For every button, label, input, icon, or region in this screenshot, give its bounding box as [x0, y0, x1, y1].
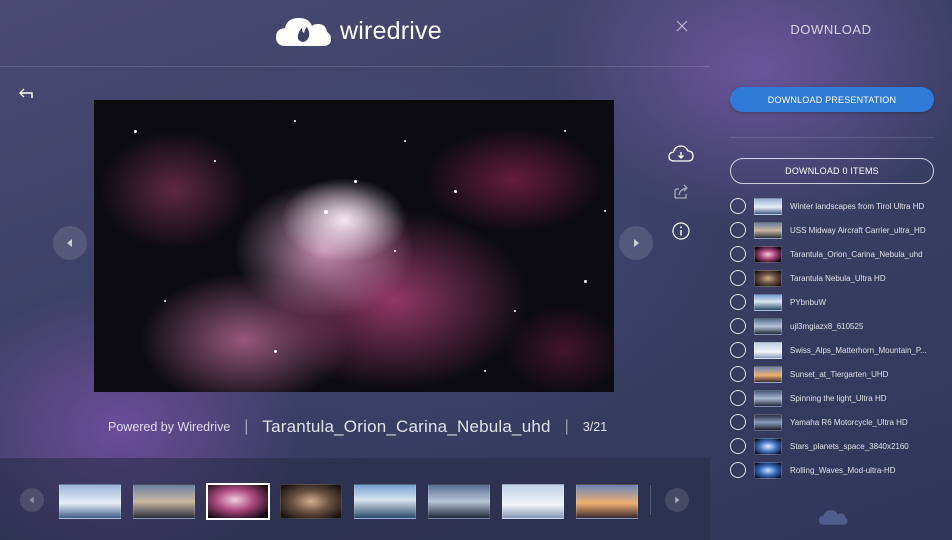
panel-title: DOWNLOAD — [790, 22, 872, 37]
item-thumbnail — [754, 197, 782, 215]
list-item[interactable]: Tarantula Nebula_Ultra HD — [730, 266, 952, 290]
info-icon — [672, 222, 690, 240]
filmstrip-thumb-active[interactable] — [206, 483, 270, 520]
item-thumbnail — [754, 293, 782, 311]
filmstrip-thumb[interactable] — [59, 484, 121, 519]
filmstrip-next-button[interactable] — [665, 488, 689, 512]
cloud-flame-icon — [276, 18, 331, 46]
viewer-area: wiredrive Powered by Wiredrive | Tarantu… — [0, 0, 710, 540]
item-thumbnail — [754, 413, 782, 431]
list-item[interactable]: USS Midway Aircraft Carrier_ultra_HD — [730, 218, 952, 242]
filmstrip-thumb[interactable] — [502, 484, 564, 519]
chevron-left-icon — [67, 239, 72, 247]
item-label: Stars_planets_space_3840x2160 — [790, 441, 909, 451]
brand-name: wiredrive — [340, 16, 442, 45]
top-bar: wiredrive — [0, 0, 710, 67]
item-checkbox[interactable] — [730, 294, 746, 310]
current-filename: Tarantula_Orion_Carina_Nebula_uhd — [262, 417, 551, 436]
chevron-left-icon — [29, 496, 34, 504]
download-presentation-button[interactable]: DOWNLOAD PRESENTATION — [730, 87, 934, 112]
filmstrip-thumb[interactable] — [133, 484, 195, 519]
brand-logo: wiredrive — [274, 14, 442, 48]
caption-bar: Powered by Wiredrive | Tarantula_Orion_C… — [108, 416, 607, 438]
list-item[interactable]: Rolling_Waves_Mod-ultra-HD — [730, 458, 952, 482]
main-image — [94, 100, 614, 392]
caption-separator: | — [244, 418, 249, 435]
item-thumbnail — [754, 317, 782, 335]
item-label: Winter landscapes from Tirol Ultra HD — [790, 201, 925, 211]
item-thumbnail — [754, 269, 782, 287]
powered-by-text: Powered by Wiredrive — [108, 420, 231, 434]
item-label: USS Midway Aircraft Carrier_ultra_HD — [790, 225, 926, 235]
item-checkbox[interactable] — [730, 462, 746, 478]
list-item[interactable]: Yamaha R6 Motorcycle_Ultra HD — [730, 410, 952, 434]
download-item-list: Winter landscapes from Tirol Ultra HD US… — [730, 194, 952, 482]
item-thumbnail — [754, 365, 782, 383]
list-item[interactable]: Sunset_at_Tiergarten_UHD — [730, 362, 952, 386]
list-item[interactable]: Spinning the light_Ultra HD — [730, 386, 952, 410]
filmstrip-prev-button[interactable] — [20, 488, 44, 512]
item-checkbox[interactable] — [730, 414, 746, 430]
download-items-button[interactable]: DOWNLOAD 0 ITEMS — [730, 158, 934, 184]
cloud-flame-icon — [819, 510, 848, 525]
item-label: PYbnbuW — [790, 297, 827, 307]
next-button[interactable] — [619, 226, 653, 260]
chevron-right-icon — [675, 496, 680, 504]
filmstrip-divider — [650, 485, 651, 515]
item-checkbox[interactable] — [730, 390, 746, 406]
list-item[interactable]: Winter landscapes from Tirol Ultra HD — [730, 194, 952, 218]
item-label: Yamaha R6 Motorcycle_Ultra HD — [790, 417, 908, 427]
item-thumbnail — [754, 437, 782, 455]
item-checkbox[interactable] — [730, 222, 746, 238]
item-checkbox[interactable] — [730, 270, 746, 286]
filmstrip-thumb[interactable] — [354, 484, 416, 519]
item-checkbox[interactable] — [730, 342, 746, 358]
item-label: Tarantula_Orion_Carina_Nebula_uhd — [790, 249, 923, 259]
cloud-download-icon — [668, 145, 694, 162]
divider — [730, 137, 934, 138]
item-label: Sunset_at_Tiergarten_UHD — [790, 369, 889, 379]
image-counter: 3/21 — [582, 420, 608, 434]
download-image-button[interactable] — [668, 143, 694, 167]
item-label: ujl3mgiazx8_610525 — [790, 321, 864, 331]
back-arrow-icon — [19, 88, 33, 98]
close-icon — [676, 20, 688, 32]
filmstrip-thumb[interactable] — [280, 484, 342, 519]
item-label: Swiss_Alps_Matterhorn_Mountain_P... — [790, 345, 927, 355]
item-checkbox[interactable] — [730, 246, 746, 262]
chevron-right-icon — [634, 239, 639, 247]
item-checkbox[interactable] — [730, 438, 746, 454]
item-checkbox[interactable] — [730, 318, 746, 334]
item-thumbnail — [754, 221, 782, 239]
info-button[interactable] — [668, 219, 694, 243]
watermark-logo — [818, 508, 848, 531]
item-checkbox[interactable] — [730, 366, 746, 382]
item-thumbnail — [754, 341, 782, 359]
share-icon — [674, 184, 688, 199]
item-label: Spinning the light_Ultra HD — [790, 393, 887, 403]
list-item[interactable]: ujl3mgiazx8_610525 — [730, 314, 952, 338]
list-item[interactable]: PYbnbuW — [730, 290, 952, 314]
list-item[interactable]: Stars_planets_space_3840x2160 — [730, 434, 952, 458]
item-thumbnail — [754, 389, 782, 407]
close-button[interactable] — [674, 20, 690, 36]
item-checkbox[interactable] — [730, 198, 746, 214]
item-thumbnail — [754, 245, 782, 263]
prev-button[interactable] — [53, 226, 87, 260]
back-button[interactable] — [16, 84, 36, 104]
item-label: Tarantula Nebula_Ultra HD — [790, 273, 886, 283]
download-panel: DOWNLOAD DOWNLOAD PRESENTATION DOWNLOAD … — [710, 0, 952, 540]
item-thumbnail — [754, 461, 782, 479]
filmstrip-thumb[interactable] — [576, 484, 638, 519]
list-item[interactable]: Swiss_Alps_Matterhorn_Mountain_P... — [730, 338, 952, 362]
caption-separator: | — [564, 418, 569, 435]
share-button[interactable] — [668, 180, 694, 204]
filmstrip-thumb[interactable] — [428, 484, 490, 519]
item-label: Rolling_Waves_Mod-ultra-HD — [790, 465, 896, 475]
list-item[interactable]: Tarantula_Orion_Carina_Nebula_uhd — [730, 242, 952, 266]
